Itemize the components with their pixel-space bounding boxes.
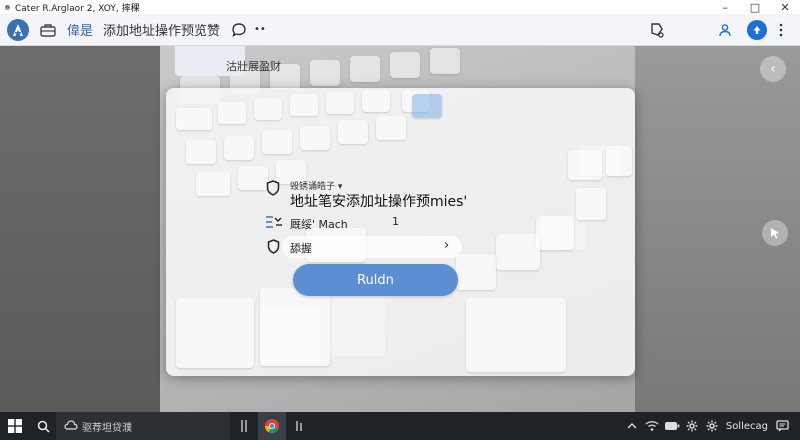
page-title: 添加地址操作预览赞 — [103, 24, 221, 39]
settings-gear-icon[interactable] — [682, 412, 702, 440]
filter-icon-row — [265, 214, 283, 233]
window-titlebar: Cater R.Arglaor 2, XOY, 摔稞 – □ ✕ — [0, 0, 800, 14]
upload-icon[interactable] — [746, 19, 768, 41]
match-field-label[interactable]: 厩绥' Mach — [290, 216, 348, 232]
name-field-icon-row — [266, 180, 280, 200]
dialog-background-keys — [166, 88, 635, 376]
taskbar-search-text: 驱荐坦贷濮 — [82, 422, 132, 434]
taskview-icon[interactable] — [286, 412, 314, 440]
filter-icon — [265, 214, 283, 233]
back-arrow-icon[interactable]: ‹ — [760, 56, 786, 82]
taskbar-search-box[interactable]: 驱荐坦贷濮 — [56, 412, 230, 440]
maximize-button[interactable]: □ — [740, 0, 770, 14]
gear-icon[interactable] — [702, 412, 722, 440]
cloud-icon — [64, 419, 78, 434]
minimize-button[interactable]: – — [710, 0, 740, 14]
shield-outline-icon — [267, 239, 280, 258]
chrome-icon — [3, 2, 12, 12]
shield-icon — [266, 180, 280, 200]
app-toolbar: 偉是 添加地址操作预览赞 •• — [0, 14, 800, 46]
taskbar: 驱荐坦贷濮 Sollecag — [0, 412, 800, 440]
add-address-dialog: 毁锈诵皓子 ▾ 地址笔安添加址操作预mies' 厩绥' Mach 1 舔握 › … — [166, 88, 635, 376]
briefcase-icon[interactable] — [37, 19, 59, 41]
search-icon[interactable] — [30, 412, 56, 440]
chat-bubble-icon[interactable] — [228, 19, 250, 41]
app-logo-icon[interactable] — [7, 18, 29, 41]
nav-label[interactable]: 偉是 — [67, 20, 93, 39]
run-button[interactable]: Ruldn — [293, 264, 458, 296]
menu-icon[interactable] — [770, 19, 792, 41]
background-chip: 沽壯展盈财 — [226, 60, 281, 73]
name-field-input[interactable]: 地址笔安添加址操作预mies' — [290, 191, 467, 211]
chevron-up-icon[interactable] — [622, 412, 642, 440]
select-field-label: 舔握 — [290, 242, 312, 255]
close-button[interactable]: ✕ — [770, 0, 800, 14]
chevron-right-icon[interactable]: › — [444, 238, 449, 253]
user-profile-icon[interactable] — [714, 19, 736, 41]
cursor-icon[interactable] — [762, 220, 788, 246]
shield-outline-icon-row — [267, 239, 280, 258]
tray-clock-text[interactable]: Sollecag — [722, 421, 772, 432]
system-tray: Sollecag — [622, 412, 800, 440]
window-title: Cater R.Arglaor 2, XOY, 摔稞 — [15, 3, 140, 14]
chrome-taskbar-icon[interactable] — [258, 412, 286, 440]
wifi-icon[interactable] — [642, 412, 662, 440]
battery-icon[interactable] — [662, 412, 682, 440]
windows-start-icon[interactable] — [0, 412, 30, 440]
extension-icon[interactable] — [646, 19, 668, 41]
taskbar-divider-icon — [230, 412, 258, 440]
left-panel — [0, 46, 160, 412]
match-field-value: 1 — [392, 215, 399, 228]
more-icon[interactable]: •• — [254, 24, 266, 35]
notification-icon[interactable] — [772, 412, 792, 440]
